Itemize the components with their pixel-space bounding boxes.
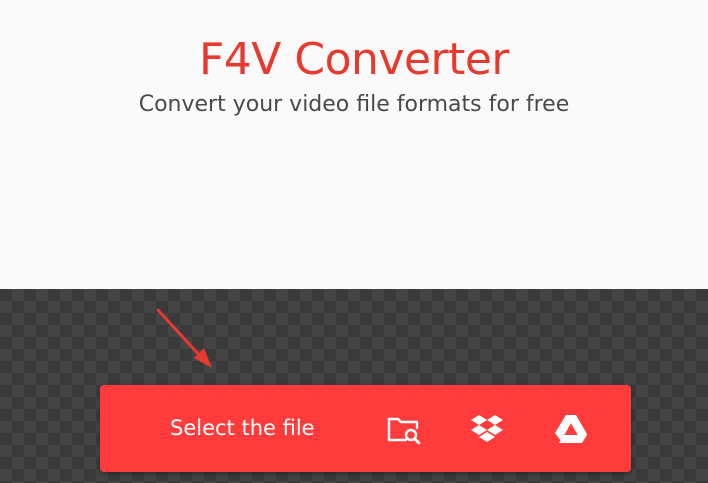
from-google-drive-button[interactable] <box>553 411 589 447</box>
dropbox-icon <box>471 415 503 442</box>
from-dropbox-button[interactable] <box>469 411 505 447</box>
pointer-arrow-icon <box>156 308 212 368</box>
page-title: F4V Converter <box>198 34 510 85</box>
select-file-button[interactable]: Select the file <box>170 385 315 472</box>
page: F4V Converter Convert your video file fo… <box>0 0 708 483</box>
google-drive-icon <box>555 415 587 443</box>
upload-bar: Select the file <box>100 385 631 472</box>
folder-search-icon <box>387 417 421 445</box>
from-device-button[interactable] <box>386 411 422 447</box>
page-subtitle: Convert your video file formats for free <box>138 92 570 117</box>
hero-section: F4V Converter Convert your video file fo… <box>0 0 708 289</box>
